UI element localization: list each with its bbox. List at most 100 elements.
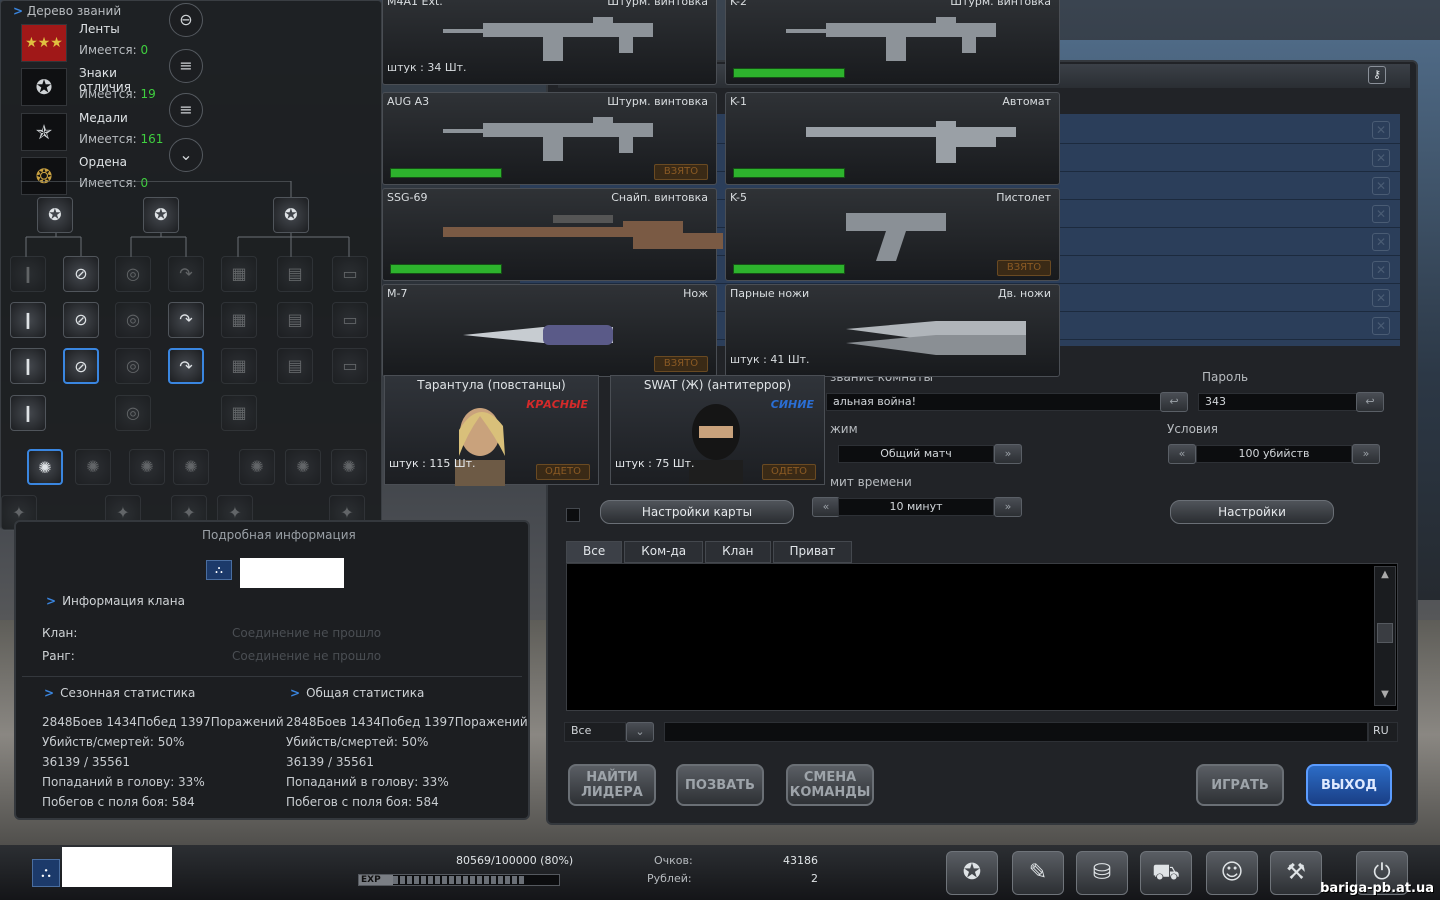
play-button[interactable]: ИГРАТЬ [1196,764,1284,806]
close-icon[interactable]: ✕ [1372,177,1390,195]
weapon-name: AUG A3 [387,95,430,108]
tab-private[interactable]: Приват [772,541,853,563]
time-next-button[interactable]: » [994,497,1022,517]
shop-cart-icon[interactable]: ⛟ [1140,851,1192,895]
password-field[interactable]: 343 [1198,393,1358,411]
rank-node-icon[interactable]: ◎ [115,348,151,384]
language-indicator[interactable]: RU [1368,722,1398,742]
weapon-card[interactable]: Парные ножи Дв. ножи штук : 41 Шт. [725,284,1060,377]
change-team-button[interactable]: СМЕНА КОМАНДЫ [786,764,874,806]
rank-node-icon[interactable]: ❙ [10,302,46,338]
rank-node-icon[interactable]: ◎ [115,302,151,338]
tab-team[interactable]: Ком-да [624,541,704,563]
chat-channel-select[interactable]: Все [564,722,626,742]
minus-circle-icon[interactable]: ⊖ [169,3,203,37]
award-ribbons[interactable]: ★★★ Ленты Имеется: 0 [19,22,169,66]
team-badge: СИНИЕ [770,398,814,411]
rank-node-icon[interactable]: ▭ [332,256,368,292]
rank-node-icon[interactable]: ↷ [168,302,204,338]
close-icon[interactable]: ✕ [1372,121,1390,139]
find-leader-button[interactable]: НАЙТИ ЛИДЕРА [568,764,656,806]
invite-button[interactable]: ПОЗВАТЬ [676,764,764,806]
mode-next-button[interactable]: » [994,444,1022,464]
rank-node-icon[interactable]: ▤ [277,256,313,292]
checkbox[interactable] [566,508,580,522]
weapon-card[interactable]: SSG-69 Снайп. винтовка [382,188,723,281]
rank-node-icon[interactable]: ❙ [10,256,46,292]
inventory-icon[interactable]: ⛁ [1076,851,1128,895]
close-icon[interactable]: ✕ [1372,149,1390,167]
rank-node-icon[interactable]: ▤ [277,348,313,384]
edit-name-button[interactable]: ↩ [1160,392,1188,412]
options-wrench-icon[interactable]: ⚒ [1270,851,1322,895]
rank-node-icon[interactable]: ✺ [27,449,63,485]
rank-root-icon[interactable]: ✪ [37,197,73,233]
conditions-next-button[interactable]: » [1352,444,1380,464]
rank-node-icon[interactable]: ⊘ [63,256,99,292]
rank-node-icon[interactable]: ⊘ [63,348,99,384]
rank-node-icon[interactable]: ↷ [168,256,204,292]
settings-button[interactable]: Настройки [1170,500,1334,524]
weapon-card[interactable]: K-1 Автомат [725,92,1060,185]
rank-node-icon[interactable]: ✺ [75,449,111,485]
rank-emblem-icon[interactable]: ✪ [946,851,998,895]
rank-node-icon[interactable]: ✺ [129,449,165,485]
tab-clan[interactable]: Клан [705,541,771,563]
chat-input[interactable] [664,722,1368,742]
chat-tabs: Все Ком-да Клан Приват [566,541,853,563]
rank-node-icon[interactable]: ▤ [277,302,313,338]
chevron-down-circle-icon[interactable]: ⌄ [169,138,203,172]
rank-node-icon[interactable]: ▦ [221,348,257,384]
rank-node-icon[interactable]: ❙ [10,395,46,431]
award-medals[interactable]: ✯ Медали Имеется: 161 [19,111,169,155]
rank-node-icon[interactable]: ✺ [239,449,275,485]
menu-circle-icon[interactable]: ≡ [169,93,203,127]
rank-node-icon[interactable]: ◎ [115,256,151,292]
rank-node-icon[interactable]: ⊘ [63,302,99,338]
award-insignia[interactable]: ✪ Знаки отличия Имеется: 19 [19,66,169,110]
chevron-down-icon[interactable]: ⌄ [626,722,654,742]
scroll-thumb[interactable] [1377,623,1393,643]
scroll-up-icon[interactable]: ▲ [1377,569,1393,583]
rank-node-icon[interactable]: ❙ [10,348,46,384]
close-icon[interactable]: ✕ [1372,205,1390,223]
close-icon[interactable]: ✕ [1372,289,1390,307]
weapon-card[interactable]: M4A1 Ext. Штурм. винтовка штук : 34 Шт. [382,0,717,85]
rank-node-icon[interactable]: ▦ [221,302,257,338]
menu-circle-icon[interactable]: ≡ [169,49,203,83]
close-icon[interactable]: ✕ [1372,233,1390,251]
weapon-card[interactable]: AUG A3 Штурм. винтовка ВЗЯТО [382,92,717,185]
close-icon[interactable]: ✕ [1372,261,1390,279]
rank-node-icon[interactable]: ▦ [221,395,257,431]
time-prev-button[interactable]: « [812,497,840,517]
exit-button[interactable]: ВЫХОД [1306,764,1392,806]
rank-root-icon[interactable]: ✪ [143,197,179,233]
rank-node-icon[interactable]: ✺ [173,449,209,485]
rank-node-icon[interactable]: ✺ [285,449,321,485]
room-name-field[interactable]: альная война! [826,393,1162,411]
rank-node-icon[interactable]: ▭ [332,302,368,338]
rank-root-icon[interactable]: ✪ [273,197,309,233]
chat-scrollbar[interactable]: ▲ ▼ [1374,566,1396,706]
character-card-tarantula[interactable]: Тарантула (повстанцы) КРАСНЫЕ штук : 115… [384,375,599,486]
character-card-swat[interactable]: SWAT (Ж) (антитеррор) СИНИЕ штук : 75 Шт… [610,375,825,485]
tab-all[interactable]: Все [566,541,623,563]
edit-password-button[interactable]: ↩ [1356,392,1384,412]
rank-node-icon[interactable]: ▦ [221,256,257,292]
durability-bar [390,168,502,178]
rank-node-icon[interactable]: ▭ [332,348,368,384]
scroll-down-icon[interactable]: ▼ [1377,689,1393,703]
rank-node-icon[interactable]: ✺ [331,449,367,485]
rank-node-icon[interactable]: ◎ [115,395,151,431]
key-icon[interactable]: ⚷ [1368,66,1386,84]
map-settings-button[interactable]: Настройки карты [600,500,794,524]
weapon-card[interactable]: K-5 Пистолет ВЗЯТО [725,188,1060,281]
rank-node-icon[interactable]: ↷ [168,348,204,384]
weapon-card[interactable]: M-7 Нож ВЗЯТО [382,284,717,377]
total-stats-heading-text: Общая статистика [306,686,425,700]
community-icon[interactable]: ☺ [1206,851,1258,895]
close-icon[interactable]: ✕ [1372,317,1390,335]
conditions-prev-button[interactable]: « [1168,444,1196,464]
weapon-card[interactable]: K-2 Штурм. винтовка [725,0,1060,85]
notes-icon[interactable]: ✎ [1012,851,1064,895]
